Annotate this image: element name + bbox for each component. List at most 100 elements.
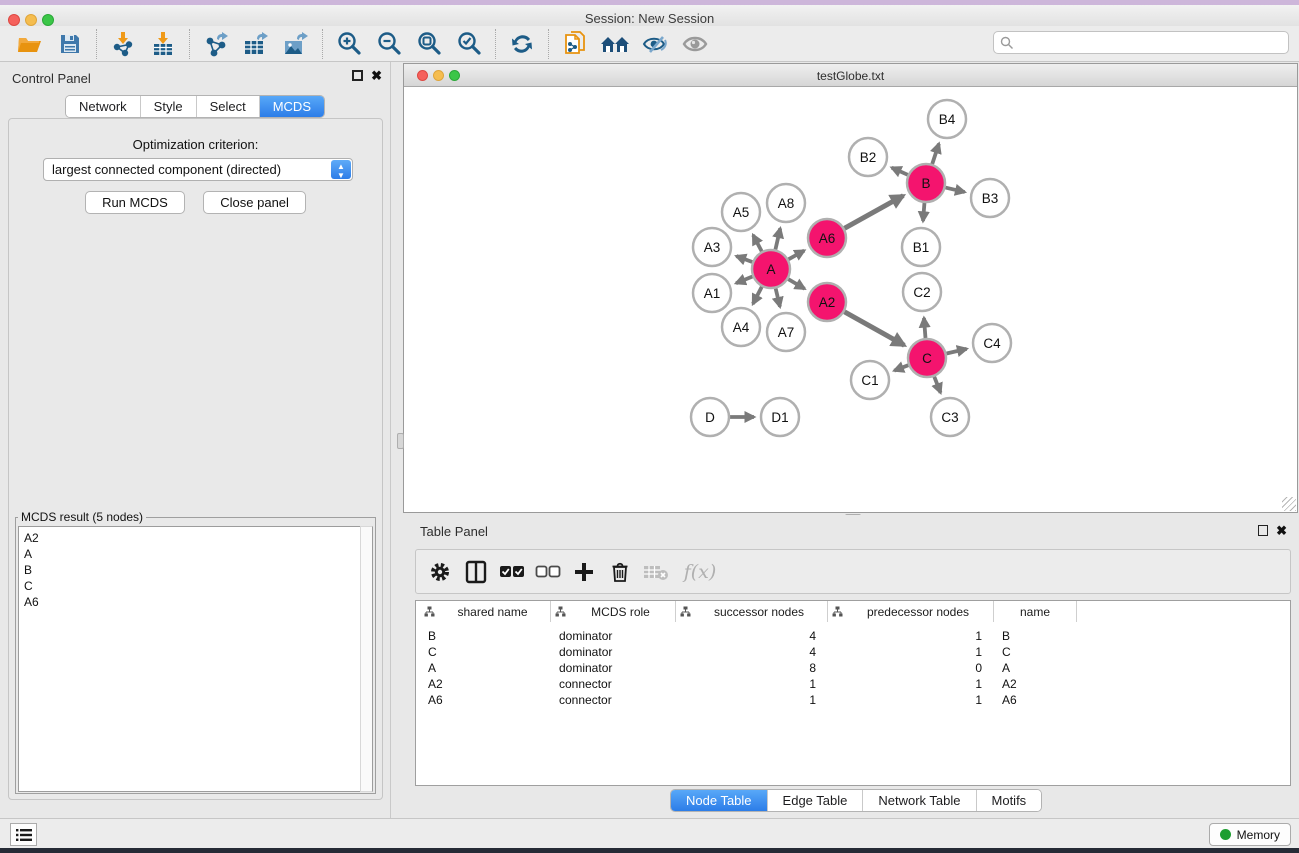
tab-mcds[interactable]: MCDS bbox=[260, 96, 324, 117]
graph-edge-C-C2[interactable] bbox=[924, 318, 926, 338]
select-all-button[interactable] bbox=[496, 554, 528, 590]
table-cell[interactable]: A bbox=[428, 660, 551, 676]
table-cell[interactable]: connector bbox=[559, 676, 676, 692]
tab-edge-table[interactable]: Edge Table bbox=[768, 790, 864, 811]
export-network-button[interactable] bbox=[196, 28, 236, 60]
table-cell[interactable]: B bbox=[428, 628, 551, 644]
graph-edge-A6-B[interactable] bbox=[844, 196, 903, 229]
graph-node-A[interactable]: A bbox=[752, 250, 790, 288]
graph-node-D1[interactable]: D1 bbox=[761, 398, 799, 436]
graph-edge-C-C4[interactable] bbox=[946, 349, 966, 354]
export-image-button[interactable] bbox=[276, 28, 316, 60]
graph-edge-C-C3[interactable] bbox=[934, 377, 940, 393]
network-canvas[interactable]: B4B2BB3A5A8A6A3AB1A1C2A2A4A7CC4C1C3DD1 bbox=[404, 87, 1297, 512]
vertical-splitter-handle[interactable] bbox=[397, 433, 404, 449]
graph-node-A5[interactable]: A5 bbox=[722, 193, 760, 231]
graph-node-C4[interactable]: C4 bbox=[973, 324, 1011, 362]
table-cell[interactable]: connector bbox=[559, 692, 676, 708]
table-cell[interactable]: C bbox=[1002, 644, 1077, 660]
result-list-item[interactable]: B bbox=[24, 562, 361, 578]
table-cell[interactable]: C bbox=[428, 644, 551, 660]
graph-node-A3[interactable]: A3 bbox=[693, 228, 731, 266]
result-list-item[interactable]: A6 bbox=[24, 594, 361, 610]
result-list-item[interactable]: A bbox=[24, 546, 361, 562]
table-cell[interactable]: A2 bbox=[1002, 676, 1077, 692]
result-scrollbar[interactable] bbox=[360, 526, 373, 792]
graph-node-A8[interactable]: A8 bbox=[767, 184, 805, 222]
column-header-successor-nodes[interactable]: successor nodes bbox=[676, 601, 828, 622]
column-header-shared-name[interactable]: shared name bbox=[420, 601, 551, 622]
table-cell[interactable]: A bbox=[1002, 660, 1077, 676]
result-list-item[interactable]: C bbox=[24, 578, 361, 594]
task-history-button[interactable] bbox=[10, 823, 37, 846]
graph-node-A1[interactable]: A1 bbox=[693, 274, 731, 312]
graph-edge-B-B1[interactable] bbox=[923, 203, 924, 221]
close-panel-button[interactable]: Close panel bbox=[203, 191, 306, 214]
zoom-fit-button[interactable] bbox=[409, 28, 449, 60]
show-columns-button[interactable] bbox=[460, 554, 492, 590]
table-cell[interactable]: dominator bbox=[559, 628, 676, 644]
delete-table-button[interactable] bbox=[640, 554, 672, 590]
graph-node-B3[interactable]: B3 bbox=[971, 179, 1009, 217]
function-builder-button[interactable]: f(x) bbox=[676, 554, 724, 590]
open-file-button[interactable] bbox=[10, 28, 50, 60]
graph-node-C1[interactable]: C1 bbox=[851, 361, 889, 399]
graph-edge-A-A2[interactable] bbox=[788, 279, 804, 289]
refresh-button[interactable] bbox=[502, 28, 542, 60]
table-cell[interactable]: 0 bbox=[828, 660, 982, 676]
save-session-button[interactable] bbox=[50, 28, 90, 60]
zoom-selected-button[interactable] bbox=[449, 28, 489, 60]
graph-edge-B-B4[interactable] bbox=[932, 144, 939, 164]
float-panel-icon[interactable] bbox=[352, 70, 363, 81]
graph-node-A2[interactable]: A2 bbox=[808, 283, 846, 321]
tab-network-table[interactable]: Network Table bbox=[863, 790, 976, 811]
table-cell[interactable]: 1 bbox=[676, 676, 816, 692]
graph-edge-A2-C[interactable] bbox=[844, 312, 904, 346]
delete-column-button[interactable] bbox=[604, 554, 636, 590]
hide-selected-button[interactable] bbox=[635, 28, 675, 60]
clone-network-button[interactable] bbox=[555, 28, 595, 60]
table-cell[interactable]: 1 bbox=[828, 628, 982, 644]
table-cell[interactable]: dominator bbox=[559, 644, 676, 660]
graph-edge-A-A4[interactable] bbox=[753, 287, 762, 304]
graph-edge-B-B3[interactable] bbox=[945, 188, 964, 193]
import-table-button[interactable] bbox=[143, 28, 183, 60]
mcds-result-list[interactable]: A2ABCA6 bbox=[18, 526, 362, 792]
graph-node-C2[interactable]: C2 bbox=[903, 273, 941, 311]
add-column-button[interactable] bbox=[568, 554, 600, 590]
table-cell[interactable]: 4 bbox=[676, 644, 816, 660]
close-table-panel-icon[interactable]: ✖ bbox=[1276, 525, 1287, 536]
node-table[interactable]: shared nameMCDS rolesuccessor nodesprede… bbox=[415, 600, 1291, 786]
run-mcds-button[interactable]: Run MCDS bbox=[85, 191, 185, 214]
table-cell[interactable]: 1 bbox=[828, 644, 982, 660]
table-cell[interactable]: A6 bbox=[428, 692, 551, 708]
graph-node-B2[interactable]: B2 bbox=[849, 138, 887, 176]
result-list-item[interactable]: A2 bbox=[24, 530, 361, 546]
graph-node-B1[interactable]: B1 bbox=[902, 228, 940, 266]
graph-node-B4[interactable]: B4 bbox=[928, 100, 966, 138]
graph-node-C3[interactable]: C3 bbox=[931, 398, 969, 436]
graph-node-C[interactable]: C bbox=[908, 339, 946, 377]
table-cell[interactable]: dominator bbox=[559, 660, 676, 676]
close-panel-icon[interactable]: ✖ bbox=[371, 70, 382, 81]
graph-node-A4[interactable]: A4 bbox=[722, 308, 760, 346]
graph-node-A6[interactable]: A6 bbox=[808, 219, 846, 257]
graph-edge-C-C1[interactable] bbox=[894, 365, 908, 370]
table-cell[interactable]: A2 bbox=[428, 676, 551, 692]
column-header-predecessor-nodes[interactable]: predecessor nodes bbox=[828, 601, 994, 622]
graph-edge-A-A6[interactable] bbox=[788, 251, 804, 260]
search-input[interactable] bbox=[1014, 36, 1264, 50]
tab-style[interactable]: Style bbox=[141, 96, 197, 117]
table-cell[interactable]: 8 bbox=[676, 660, 816, 676]
tab-node-table[interactable]: Node Table bbox=[671, 790, 768, 811]
zoom-in-button[interactable] bbox=[329, 28, 369, 60]
network-window-titlebar[interactable]: testGlobe.txt bbox=[404, 64, 1297, 87]
graph-node-B[interactable]: B bbox=[907, 164, 945, 202]
show-all-button[interactable] bbox=[675, 28, 715, 60]
graph-edge-B-B2[interactable] bbox=[892, 168, 908, 175]
column-header-name[interactable]: name bbox=[994, 601, 1077, 622]
graph-edge-A-A3[interactable] bbox=[736, 256, 752, 262]
unselect-all-button[interactable] bbox=[532, 554, 564, 590]
graph-edge-A-A5[interactable] bbox=[753, 235, 762, 251]
window-resize-grip[interactable] bbox=[1282, 497, 1296, 511]
